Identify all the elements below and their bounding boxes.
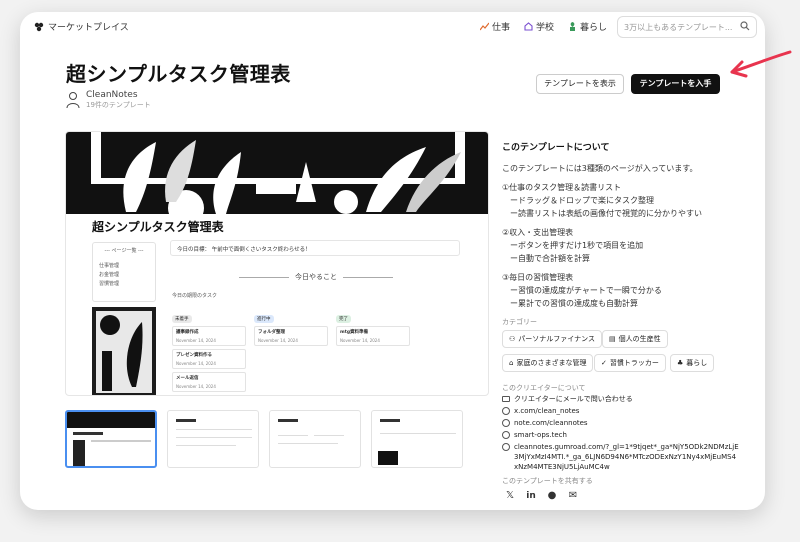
share-buttons: 𝕏 in ● ✉	[504, 490, 579, 502]
x-icon[interactable]: 𝕏	[504, 490, 516, 502]
thumbnail-1[interactable]	[65, 410, 157, 468]
preview-column-doing: 進行中 フォルダ整理 November 14, 2024	[254, 305, 328, 349]
creator-link[interactable]: note.com/cleannotes	[502, 418, 742, 430]
about-heading: このテンプレートについて	[502, 143, 610, 153]
about-line: ②収入・支出管理表	[502, 228, 574, 237]
status-badge: 未着手	[172, 315, 192, 323]
category-chip[interactable]: ⌂ 家庭のさまざまな管理	[502, 354, 594, 372]
about-line: ー習慣の達成度がチャートで一瞬で分かる	[510, 286, 662, 295]
about-line: ー累計での習慣の達成度も自動計算	[510, 299, 638, 308]
list-icon: ▤	[609, 335, 616, 343]
status-badge: 完了	[336, 315, 351, 323]
creator-link[interactable]: cleannotes.gumroad.com/?_gl=1*9tjqet*_ga…	[502, 442, 742, 480]
globe-icon	[502, 431, 510, 439]
preview-today-heading: 今日やること	[226, 272, 406, 282]
about-line: ードラッグ＆ドロップで楽にタスク整理	[510, 196, 654, 205]
thumbnail-image	[378, 419, 456, 465]
status-badge: 進行中	[254, 315, 274, 323]
globe-icon	[502, 407, 510, 415]
author-info[interactable]: CleanNotes 19件のテンプレート	[66, 90, 151, 110]
template-details: このテンプレートについて このテンプレートには3種類のページが入っています。 ①…	[502, 12, 752, 510]
categories-heading: カテゴリー	[502, 318, 537, 326]
notion-logo-icon	[34, 22, 44, 31]
preview-goal: 今日の目標： 午前中で面倒くさいタスク終わらせる！	[170, 240, 460, 256]
about-line: ①仕事のタスク管理＆読書リスト	[502, 183, 622, 192]
plant-art-icon	[96, 311, 152, 393]
category-chip[interactable]: ⚇ パーソナルファイナンス	[502, 330, 603, 348]
preview-thumbnails	[65, 410, 489, 470]
about-line: ー自動で合計額を計算	[510, 254, 590, 263]
facebook-icon[interactable]: ●	[546, 490, 558, 502]
preview-side-item: 仕事管理	[99, 263, 120, 269]
about-line: ーボタンを押すだけ1秒で項目を追加	[510, 241, 644, 250]
author-avatar	[66, 92, 80, 109]
annotation-arrow-icon	[730, 50, 792, 78]
preview-banner	[66, 132, 488, 226]
home-icon: ⌂	[509, 359, 514, 367]
thumbnail-image	[67, 412, 155, 466]
preview-subheading: 今日の期限のタスク	[172, 293, 218, 299]
mail-icon	[502, 396, 510, 402]
globe-icon	[502, 419, 510, 427]
plant-icon: ♣	[677, 359, 684, 367]
preview-column-done: 完了 mtg資料準備 November 14, 2024	[336, 305, 410, 349]
creator-email-link[interactable]: クリエイターにメールで問い合わせる	[502, 394, 742, 406]
template-page: マーケットプレイス 仕事 学校 暮らし 3万以上もあるテンプレート... 超シン…	[20, 12, 765, 510]
creator-link[interactable]: x.com/clean_notes	[502, 406, 742, 418]
preview-column-todo: 未着手 議事録作成 November 14, 2024 プレゼン資料作る Novem…	[172, 305, 246, 395]
preview-task-card: 議事録作成 November 14, 2024	[172, 326, 246, 346]
email-share-icon[interactable]: ✉	[567, 490, 579, 502]
about-line: ー読書リストは表紙の画像付で視覚的に分かりやすい	[510, 209, 702, 218]
thumbnail-image	[176, 419, 252, 446]
about-line: ③毎日の習慣管理表	[502, 273, 574, 282]
preview-sidebar: --- ページ一覧 --- 仕事管理 お金管理 習慣管理	[92, 242, 156, 302]
preview-sidebar-head: --- ページ一覧 ---	[104, 248, 144, 254]
check-icon: ✓	[601, 359, 607, 367]
about-line: このテンプレートには3種類のページが入っています。	[502, 164, 698, 173]
creator-heading: このクリエイターについて	[502, 384, 586, 392]
chart-icon	[480, 22, 489, 31]
share-heading: このテンプレートを共有する	[502, 477, 593, 485]
category-chip[interactable]: ♣ 暮らし	[670, 354, 715, 372]
banner-plant-art	[91, 132, 465, 226]
category-chip[interactable]: ✓ 習慣トラッカー	[594, 354, 666, 372]
preview-side-item: お金管理	[99, 272, 120, 278]
globe-icon	[502, 443, 510, 451]
author-template-count: 19件のテンプレート	[86, 101, 151, 109]
preview-task-card: フォルダ整理 November 14, 2024	[254, 326, 328, 346]
thumbnail-4[interactable]	[371, 410, 463, 468]
about-description: このテンプレートには3種類のページが入っています。 ①仕事のタスク管理＆読書リス…	[502, 162, 742, 310]
linkedin-icon[interactable]: in	[525, 490, 537, 502]
preview-task-card: メール返信 November 14, 2024	[172, 372, 246, 392]
preview-title: 超シンプルタスク管理表	[92, 220, 224, 234]
finance-icon: ⚇	[509, 335, 516, 343]
template-preview: 超シンプルタスク管理表 --- ページ一覧 --- 仕事管理 お金管理 習慣管理…	[65, 131, 489, 396]
marketplace-link[interactable]: マーケットプレイス	[34, 20, 129, 33]
creator-links: クリエイターにメールで問い合わせる x.com/clean_notes note…	[502, 394, 742, 480]
preview-art	[92, 307, 156, 395]
thumbnail-2[interactable]	[167, 410, 259, 468]
page-title: 超シンプルタスク管理表	[66, 62, 291, 86]
preview-task-card: mtg資料準備 November 14, 2024	[336, 326, 410, 346]
author-name: CleanNotes	[86, 90, 138, 100]
preview-task-card: プレゼン資料作る November 14, 2024	[172, 349, 246, 369]
category-chip[interactable]: ▤ 個人の生産性	[602, 330, 668, 348]
creator-link[interactable]: smart-ops.tech	[502, 430, 742, 442]
marketplace-label: マーケットプレイス	[48, 23, 129, 33]
thumbnail-image	[278, 419, 344, 444]
preview-side-item: 習慣管理	[99, 281, 120, 287]
thumbnail-3[interactable]	[269, 410, 361, 468]
